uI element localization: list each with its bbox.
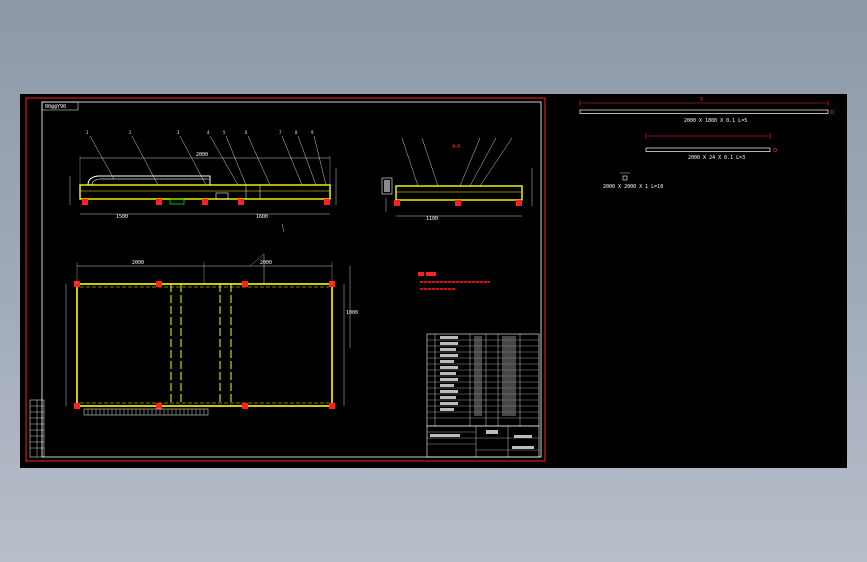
parts-list-table: [426, 333, 540, 427]
dim-top-length: 2000: [196, 152, 208, 158]
part-detail-section: 2000 X 2000 X 1 L=10: [603, 172, 663, 190]
bar1-label: 2000 X 1800 X 0.1 L=5: [684, 118, 747, 124]
section-label: 2000 X 2000 X 1 L=10: [603, 184, 663, 190]
side-view: A-A 1100: [381, 137, 533, 222]
svg-text:8: 8: [295, 130, 298, 135]
cad-viewport[interactable]: 00@@Y90 1 2 3 4 5 6 7 8 9 2000 1500 1600…: [20, 94, 847, 468]
cad-drawing: 00@@Y90 1 2 3 4 5 6 7 8 9 2000 1500 1600…: [25, 97, 834, 462]
title-tag: 00@@Y90: [45, 104, 66, 110]
svg-text:2: 2: [129, 130, 132, 135]
svg-text:7: 7: [279, 130, 282, 135]
svg-text:5: 5: [223, 130, 226, 135]
svg-text:6: 6: [245, 130, 248, 135]
svg-text:1: 1: [86, 130, 89, 135]
dim-plan-left: 2000: [132, 260, 144, 266]
svg-text:5: 5: [700, 97, 703, 103]
part-detail-bar-1: 5 2000 X 1800 X 0.1 L=5: [579, 97, 834, 124]
dim-plan-height: 1000: [346, 310, 358, 316]
plan-view: 2000 2000 1000: [65, 253, 358, 416]
dim-left-length: 1500: [116, 214, 128, 220]
svg-text:4: 4: [207, 130, 210, 135]
dim-mid-length: 1600: [256, 214, 268, 220]
part-detail-bar-2: 2000 X 24 X 0.1 L=3: [645, 133, 777, 161]
technical-notes: [418, 272, 490, 290]
side-view-label: A-A: [452, 144, 461, 150]
front-elevation-view: 1 2 3 4 5 6 7 8 9 2000 1500 1600: [69, 130, 337, 233]
svg-text:3: 3: [177, 130, 180, 135]
title-block: [426, 425, 540, 458]
svg-text:9: 9: [311, 130, 314, 135]
dim-plan-right: 2000: [260, 260, 272, 266]
bar2-label: 2000 X 24 X 0.1 L=3: [688, 155, 745, 161]
sheet-inner-border: [41, 101, 542, 458]
dim-side-length: 1100: [426, 216, 438, 222]
